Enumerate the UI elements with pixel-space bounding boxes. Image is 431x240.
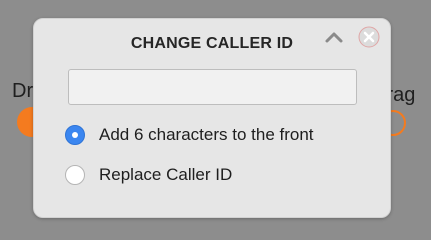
radio-button-selected[interactable] — [65, 125, 85, 145]
radio-option-add-characters[interactable]: Add 6 characters to the front — [65, 125, 314, 145]
radio-option-replace-caller-id[interactable]: Replace Caller ID — [65, 165, 232, 185]
chevron-up-icon[interactable] — [324, 29, 344, 47]
radio-button-unselected[interactable] — [65, 165, 85, 185]
caller-id-input[interactable] — [68, 69, 357, 105]
radio-option-label: Replace Caller ID — [99, 165, 233, 184]
radio-option-label: Add 6 characters to the front — [99, 125, 314, 144]
change-caller-id-node[interactable]: CHANGE CALLER ID Add 6 characters to the… — [33, 18, 391, 218]
close-icon[interactable] — [358, 26, 380, 48]
